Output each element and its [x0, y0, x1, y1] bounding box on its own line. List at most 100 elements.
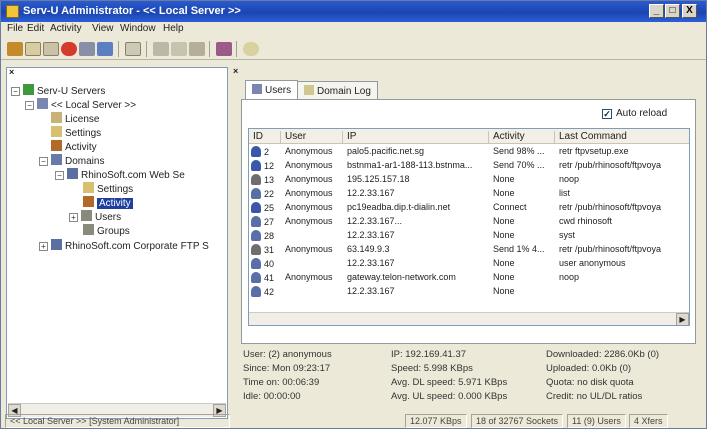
collapse-icon[interactable]: − [39, 157, 48, 166]
menu-file[interactable]: File [7, 23, 23, 34]
users-icon [252, 84, 262, 94]
copy-icon[interactable] [171, 42, 187, 56]
refresh-icon[interactable] [125, 42, 141, 56]
toolbar-separator [209, 41, 210, 57]
wizard-icon[interactable] [7, 42, 23, 56]
cell-activity-text: None [493, 174, 515, 184]
tree-node-users[interactable]: + Users [69, 210, 121, 223]
menu-activity[interactable]: Activity [50, 23, 82, 34]
cell-ip: 63.149.9.3 [347, 244, 487, 254]
cell-ip: pc19eadba.dip.t-dialin.net [347, 202, 487, 212]
cell-activity: None [493, 272, 553, 282]
table-row[interactable]: 13 Anonymous 195.125.157.18 None noop [249, 173, 689, 187]
close-pane-icon[interactable]: × [233, 66, 238, 76]
cell-id: 13 [251, 174, 281, 185]
table-row[interactable]: 31 Anonymous 63.149.9.3 Send 1% 4... retr /p… [249, 243, 689, 257]
tree-node-domain-activity[interactable]: Activity [83, 196, 133, 209]
session-stats: User: (2) anonymous Since: Mon 09:23:17 … [241, 347, 696, 409]
tab-domain-log[interactable]: Domain Log [297, 81, 378, 99]
table-row[interactable]: 28 12.2.33.167 None syst [249, 229, 689, 243]
users-icon [81, 210, 92, 221]
menu-help[interactable]: Help [163, 23, 184, 34]
checkmark-icon[interactable]: ✓ [602, 109, 612, 119]
users-icon[interactable] [79, 42, 95, 56]
log-icon [304, 85, 314, 95]
cell-last-command-text: list [559, 188, 570, 198]
close-button[interactable]: X [682, 4, 697, 18]
cell-activity-text: Send 1% 4... [493, 244, 545, 254]
column-header-id[interactable]: ID [249, 131, 281, 143]
tree-node-domain[interactable]: − RhinoSoft.com Web Se [55, 168, 185, 181]
groups-icon [83, 224, 94, 235]
tree-node-other-domain[interactable]: + RhinoSoft.com Corporate FTP S [39, 239, 209, 252]
table-row[interactable]: 41 Anonymous gateway.telon-network.com None… [249, 271, 689, 285]
scroll-right-icon[interactable]: ▶ [676, 313, 689, 325]
table-row[interactable]: 22 Anonymous 12.2.33.167 None list [249, 187, 689, 201]
stat-speed: Speed: 5.998 KBps [391, 363, 473, 374]
table-row[interactable]: 25 Anonymous pc19eadba.dip.t-dialin.net Con… [249, 201, 689, 215]
cell-user-text: Anonymous [285, 188, 333, 198]
collapse-icon[interactable]: − [11, 87, 20, 96]
table-row[interactable]: 40 12.2.33.167 None user anonymous [249, 257, 689, 271]
toolbar [1, 38, 706, 60]
expand-icon[interactable]: + [69, 213, 78, 222]
title-bar[interactable]: Serv-U Administrator - << Local Server >… [1, 1, 706, 22]
paste-icon[interactable] [189, 42, 205, 56]
cell-ip: 12.2.33.167 [347, 230, 487, 240]
activity-pane: × Users Domain Log ✓ Auto reload ID User … [233, 66, 700, 412]
user-icon [251, 286, 261, 297]
cell-ip: gateway.telon-network.com [347, 272, 487, 282]
menu-edit[interactable]: Edit [27, 23, 44, 34]
cell-user: Anonymous [285, 202, 343, 212]
server-tree-pane: × − Serv-U Servers − << Local Server >> Li… [6, 67, 228, 419]
collapse-icon[interactable]: − [55, 171, 64, 180]
tree-node-domains[interactable]: − Domains [39, 154, 104, 167]
tree-node-activity[interactable]: Activity [51, 140, 97, 153]
cell-last-command: list [559, 188, 689, 198]
column-header-activity[interactable]: Activity [489, 131, 555, 143]
cell-activity-text: Connect [493, 202, 527, 212]
table-row[interactable]: 12 Anonymous bstnma1-ar1-188-113.bstnma...… [249, 159, 689, 173]
cell-ip-text: pc19eadba.dip.t-dialin.net [347, 202, 451, 212]
collapse-icon[interactable]: − [25, 101, 34, 110]
column-header-last-command[interactable]: Last Command [555, 131, 689, 143]
tree-node-groups[interactable]: Groups [83, 224, 130, 237]
cell-user: Anonymous [285, 174, 343, 184]
close-pane-icon[interactable]: × [9, 67, 14, 77]
menu-window[interactable]: Window [120, 23, 156, 34]
maximize-button[interactable]: □ [665, 4, 680, 18]
cell-last-command-text: retr ftpvsetup.exe [559, 146, 629, 156]
delete-icon[interactable] [216, 42, 232, 56]
settings-icon [83, 182, 94, 193]
cut-icon[interactable] [153, 42, 169, 56]
cell-id: 40 [251, 258, 281, 269]
cell-id-text: 22 [264, 189, 275, 199]
cell-id: 41 [251, 272, 281, 283]
cell-activity: Send 98% ... [493, 146, 553, 156]
minimize-button[interactable]: _ [649, 4, 664, 18]
auto-reload-checkbox[interactable]: ✓ Auto reload [602, 108, 667, 119]
menu-view[interactable]: View [92, 23, 114, 34]
column-header-user[interactable]: User [281, 131, 343, 143]
tree-node-local-server[interactable]: − << Local Server >> [25, 98, 136, 111]
column-header-ip[interactable]: IP [343, 131, 489, 143]
table-row[interactable]: 27 Anonymous 12.2.33.167... None cwd rhinoso… [249, 215, 689, 229]
tab-users[interactable]: Users [245, 80, 299, 100]
stop-icon[interactable] [61, 42, 77, 56]
open-icon[interactable] [43, 42, 59, 56]
tree-node-license[interactable]: License [51, 112, 99, 125]
cell-id: 27 [251, 216, 281, 227]
activity-icon[interactable] [97, 42, 113, 56]
tree-node-domain-settings[interactable]: Settings [83, 182, 133, 195]
expand-icon[interactable]: + [39, 242, 48, 251]
table-horizontal-scrollbar[interactable]: ▶ [249, 312, 689, 325]
stat-quota: Quota: no disk quota [546, 377, 634, 388]
help-icon[interactable] [243, 42, 259, 56]
cell-id-text: 41 [264, 273, 275, 283]
tree-node-servers[interactable]: − Serv-U Servers [11, 84, 105, 97]
table-row[interactable]: 42 12.2.33.167 None [249, 285, 689, 299]
tree-node-settings[interactable]: Settings [51, 126, 101, 139]
table-header: ID User IP Activity Last Command [249, 129, 689, 144]
new-icon[interactable] [25, 42, 41, 56]
table-row[interactable]: 2 Anonymous palo5.pacific.net.sg Send 98% .… [249, 145, 689, 159]
